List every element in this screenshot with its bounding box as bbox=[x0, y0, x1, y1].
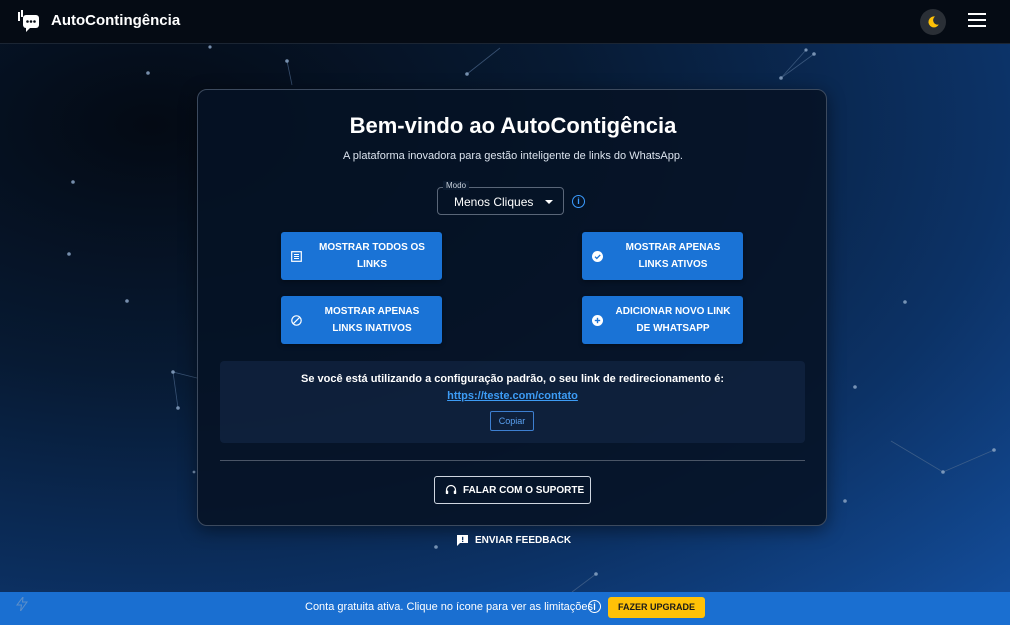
show-inactive-links-button[interactable]: MOSTRAR APENAS LINKS INATIVOS bbox=[281, 296, 442, 344]
show-all-links-button[interactable]: MOSTRAR TODOS OS LINKS bbox=[281, 232, 442, 280]
check-circle-icon bbox=[592, 250, 603, 262]
chat-logo-icon[interactable] bbox=[18, 10, 40, 32]
upgrade-button[interactable]: FAZER UPGRADE bbox=[608, 597, 705, 618]
add-whatsapp-link-label: ADICIONAR NOVO LINK DE WHATSAPP bbox=[615, 306, 731, 334]
feedback-button[interactable]: ENVIAR FEEDBACK bbox=[456, 533, 571, 547]
redirect-description: Se você está utilizando a configuração p… bbox=[300, 373, 724, 385]
show-inactive-links-label: MOSTRAR APENAS LINKS INATIVOS bbox=[324, 306, 420, 334]
mode-select-label: Modo bbox=[443, 181, 470, 190]
feedback-icon bbox=[457, 534, 468, 546]
welcome-card: Bem-vindo ao AutoContigência A plataform… bbox=[197, 89, 827, 526]
page-subtitle: A plataforma inovadora para gestão intel… bbox=[343, 150, 683, 162]
support-button[interactable]: FALAR COM O SUPORTE bbox=[434, 476, 591, 504]
divider bbox=[220, 460, 805, 461]
caret-down-icon bbox=[545, 200, 553, 204]
support-label: FALAR COM O SUPORTE bbox=[463, 484, 585, 496]
page-title: Bem-vindo ao AutoContigência bbox=[349, 113, 677, 138]
show-all-links-label: MOSTRAR TODOS OS LINKS bbox=[319, 242, 425, 270]
show-active-links-button[interactable]: MOSTRAR APENAS LINKS ATIVOS bbox=[582, 232, 743, 280]
moon-icon bbox=[928, 16, 939, 28]
app-title: AutoContingência bbox=[51, 12, 181, 29]
mode-select-value: Menos Cliques bbox=[454, 195, 534, 209]
list-icon bbox=[291, 250, 302, 262]
account-status-bar: Conta gratuita ativa. Clique no ícone pa… bbox=[0, 592, 1010, 625]
hamburger-menu-icon[interactable] bbox=[968, 13, 986, 29]
mode-select[interactable]: Modo Menos Cliques bbox=[437, 181, 564, 215]
feedback-label: ENVIAR FEEDBACK bbox=[475, 534, 572, 546]
block-icon bbox=[291, 314, 302, 326]
add-whatsapp-link-button[interactable]: ADICIONAR NOVO LINK DE WHATSAPP bbox=[582, 296, 743, 344]
limitations-info-icon[interactable]: i bbox=[588, 600, 601, 613]
headset-icon bbox=[445, 484, 457, 494]
show-active-links-label: MOSTRAR APENAS LINKS ATIVOS bbox=[625, 242, 721, 270]
info-icon[interactable]: i bbox=[572, 195, 585, 208]
account-status-text: Conta gratuita ativa. Clique no ícone pa… bbox=[305, 601, 597, 613]
bolt-icon bbox=[16, 597, 28, 611]
theme-toggle-button[interactable] bbox=[920, 9, 946, 35]
top-app-bar: AutoContingência bbox=[0, 0, 1010, 44]
redirect-link[interactable]: https://teste.com/contato bbox=[220, 390, 805, 402]
add-circle-icon bbox=[592, 314, 603, 326]
redirect-info-box: Se você está utilizando a configuração p… bbox=[220, 361, 805, 443]
copy-button[interactable]: Copiar bbox=[490, 411, 534, 431]
